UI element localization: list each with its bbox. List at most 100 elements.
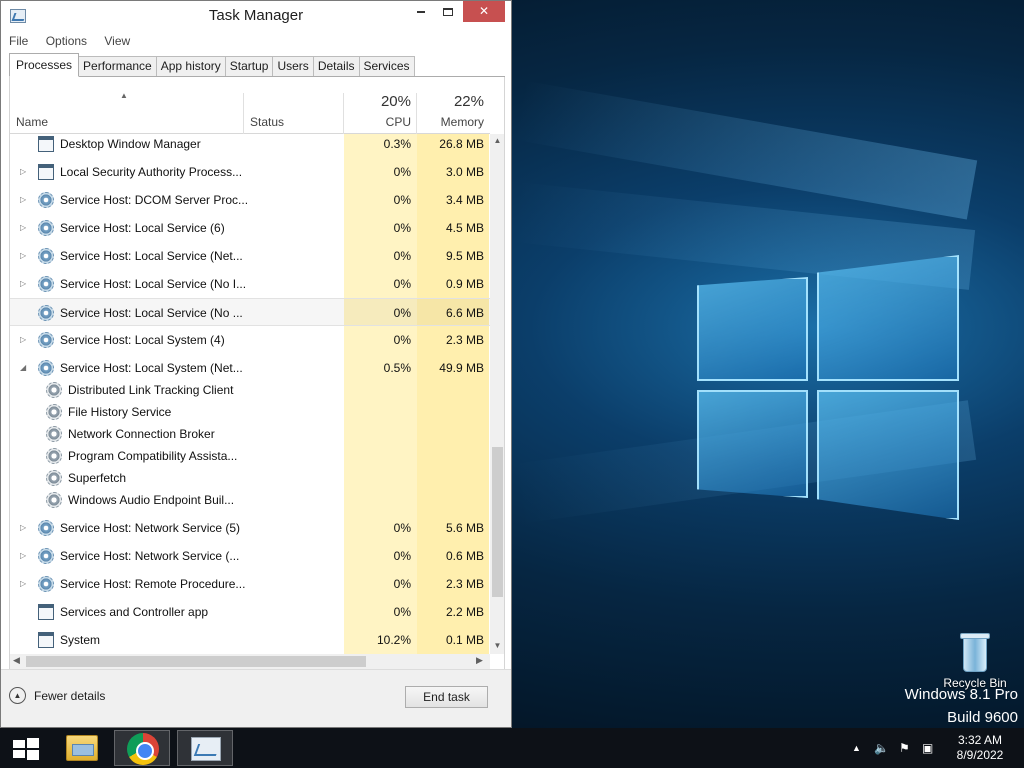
process-row[interactable]: ▷ Service Host: Remote Procedure... 0% 2.3 … xyxy=(10,570,490,598)
process-cpu: 10.2% xyxy=(376,633,411,647)
column-header-status[interactable]: Status xyxy=(250,115,284,129)
expand-arrow-icon[interactable]: ▷ xyxy=(20,579,26,588)
expand-arrow-icon[interactable]: ▷ xyxy=(20,523,26,532)
end-task-button[interactable]: End task xyxy=(405,686,488,708)
process-row[interactable]: ◢ Service Host: Local System (Net... 0.5% 4… xyxy=(10,354,490,382)
process-cpu: 0% xyxy=(393,549,411,563)
tab-services[interactable]: Services xyxy=(359,56,415,77)
taskbar-task-manager[interactable] xyxy=(177,730,233,766)
scroll-up-arrow[interactable]: ▲ xyxy=(490,136,504,145)
task-manager-window: Task Manager ✕ File Options View Process… xyxy=(0,0,512,728)
process-name: System xyxy=(60,633,101,647)
collapse-arrow-icon[interactable]: ◢ xyxy=(20,363,26,372)
process-memory: 0.6 MB xyxy=(445,549,484,563)
process-cpu: 0% xyxy=(393,249,411,263)
process-name: Service Host: Local Service (Net... xyxy=(60,249,243,263)
tab-details[interactable]: Details xyxy=(313,56,360,77)
process-row[interactable]: ▷ Service Host: Local Service (Net... 0% 9.… xyxy=(10,242,490,270)
chevron-up-icon: ▲ xyxy=(9,687,26,704)
column-header-memory[interactable]: Memory xyxy=(417,115,484,129)
service-gear-icon xyxy=(46,470,62,486)
logo-pane-top-right xyxy=(817,255,959,381)
horizontal-scroll-thumb[interactable] xyxy=(26,656,366,667)
process-row[interactable]: Desktop Window Manager 0.3% 26.8 MB xyxy=(10,134,490,158)
service-gear-icon xyxy=(46,448,62,464)
window-icon xyxy=(38,164,54,180)
volume-muted-icon[interactable]: 🔈 xyxy=(874,741,889,755)
process-row[interactable]: Service Host: Local Service (No ... 0% 6.6… xyxy=(10,298,490,326)
maximize-button[interactable] xyxy=(435,1,461,22)
menu-file[interactable]: File xyxy=(9,34,28,48)
scroll-right-arrow[interactable]: ▶ xyxy=(476,655,483,666)
action-center-flag-icon[interactable]: ⚑ xyxy=(899,741,910,755)
scroll-down-arrow[interactable]: ▼ xyxy=(490,641,504,650)
service-subrow[interactable]: Windows Audio Endpoint Buil... xyxy=(10,489,490,511)
windows-logo-icon xyxy=(13,740,25,748)
memory-total-percent[interactable]: 22% xyxy=(417,93,484,110)
process-row[interactable]: ▷ Service Host: Network Service (5) 0% 5.6 … xyxy=(10,514,490,542)
process-memory: 0.1 MB xyxy=(445,633,484,647)
taskbar-file-explorer[interactable] xyxy=(54,730,110,766)
service-name: Windows Audio Endpoint Buil... xyxy=(68,493,235,507)
tab-app-history[interactable]: App history xyxy=(156,56,226,77)
window-icon xyxy=(38,136,54,152)
expand-arrow-icon[interactable]: ▷ xyxy=(20,279,26,288)
process-row[interactable]: System 10.2% 0.1 MB xyxy=(10,626,490,654)
taskbar: ▲ 🔈 ⚑ ▣ 3:32 AM 8/9/2022 xyxy=(0,728,1024,768)
process-cpu: 0% xyxy=(393,165,411,179)
service-subrow[interactable]: Program Compatibility Assista... xyxy=(10,445,490,467)
tab-users[interactable]: Users xyxy=(273,56,314,77)
scroll-left-arrow[interactable]: ◀ xyxy=(13,655,20,666)
process-name: Service Host: Local System (Net... xyxy=(60,361,243,375)
column-header-name[interactable]: Name xyxy=(16,115,48,129)
windows-logo-icon-part xyxy=(13,750,25,758)
menu-options[interactable]: Options xyxy=(46,34,87,48)
taskbar-chrome[interactable] xyxy=(114,730,170,766)
close-button[interactable]: ✕ xyxy=(463,1,505,22)
expand-arrow-icon[interactable]: ▷ xyxy=(20,335,26,344)
service-subrow[interactable]: Superfetch xyxy=(10,467,490,489)
fewer-details-label: Fewer details xyxy=(34,688,106,703)
expand-arrow-icon[interactable]: ▷ xyxy=(20,551,26,560)
show-hidden-icons-chevron[interactable]: ▲ xyxy=(852,743,861,753)
fewer-details-button[interactable]: ▲ Fewer details xyxy=(9,687,105,704)
process-name: Service Host: Network Service (... xyxy=(60,549,240,563)
service-subrow[interactable]: Distributed Link Tracking Client xyxy=(10,379,490,401)
process-row[interactable]: ▷ Service Host: Network Service (... 0% 0.6… xyxy=(10,542,490,570)
process-row[interactable]: ▷ Service Host: Local Service (No I... 0% 0… xyxy=(10,270,490,298)
service-subrow[interactable]: File History Service xyxy=(10,401,490,423)
vertical-scrollbar[interactable]: ▲ ▼ xyxy=(490,134,504,654)
process-name: Services and Controller app xyxy=(60,605,209,619)
network-icon[interactable]: ▣ xyxy=(922,741,933,755)
expand-arrow-icon[interactable]: ▷ xyxy=(20,223,26,232)
chrome-icon xyxy=(127,733,159,765)
title-bar[interactable]: Task Manager ✕ xyxy=(1,1,511,31)
horizontal-scrollbar[interactable]: ◀ ▶ xyxy=(10,654,490,669)
process-row[interactable]: ▷ Local Security Authority Process... 0% 3.… xyxy=(10,158,490,186)
windows-logo-icon-part xyxy=(27,750,39,760)
task-manager-icon xyxy=(191,737,221,761)
vertical-scroll-thumb[interactable] xyxy=(492,447,503,597)
expand-arrow-icon[interactable]: ▷ xyxy=(20,251,26,260)
tab-performance[interactable]: Performance xyxy=(79,56,157,77)
column-header-cpu[interactable]: CPU xyxy=(344,115,411,129)
process-cpu: 0% xyxy=(393,605,411,619)
process-row[interactable]: ▷ Service Host: Local System (4) 0% 2.3 MB xyxy=(10,326,490,354)
process-row[interactable]: ▷ Service Host: DCOM Server Proc... 0% 3.4 … xyxy=(10,186,490,214)
expand-arrow-icon[interactable]: ▷ xyxy=(20,167,26,176)
system-clock[interactable]: 3:32 AM 8/9/2022 xyxy=(948,733,1012,763)
window-icon xyxy=(38,604,54,620)
process-memory: 6.6 MB xyxy=(445,306,484,320)
tab-processes[interactable]: Processes xyxy=(9,53,80,77)
start-button[interactable] xyxy=(0,728,52,768)
service-subrow[interactable]: Network Connection Broker xyxy=(10,423,490,445)
recycle-bin[interactable]: Recycle Bin xyxy=(942,630,1008,690)
tab-startup[interactable]: Startup xyxy=(225,56,274,77)
expand-arrow-icon[interactable]: ▷ xyxy=(20,195,26,204)
cpu-total-percent[interactable]: 20% xyxy=(344,93,411,110)
menu-view[interactable]: View xyxy=(104,34,130,48)
process-row[interactable]: ▷ Service Host: Local Service (6) 0% 4.5 MB xyxy=(10,214,490,242)
process-row[interactable]: Services and Controller app 0% 2.2 MB xyxy=(10,598,490,626)
minimize-button[interactable] xyxy=(408,1,434,22)
service-name: Superfetch xyxy=(68,471,127,485)
